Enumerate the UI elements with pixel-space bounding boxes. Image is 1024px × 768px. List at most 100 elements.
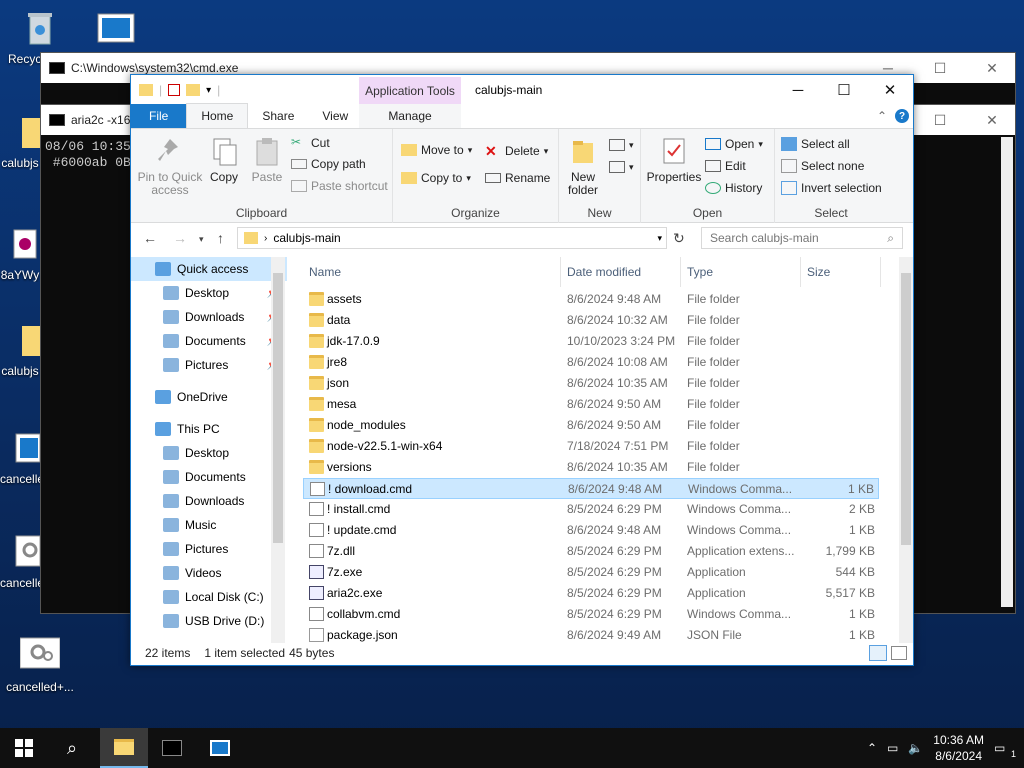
table-row[interactable]: node-v22.5.1-win-x64 7/18/2024 7:51 PM Fil… (303, 436, 879, 457)
file-scrollbar[interactable] (899, 257, 913, 643)
edit-button[interactable]: Edit (705, 159, 746, 173)
desktop-icon-calubjs-2[interactable]: calubjs (0, 320, 40, 378)
sidebar-item-downloads[interactable]: Downloads (131, 489, 287, 513)
table-row[interactable]: 7z.exe 8/5/2024 6:29 PM Application 544 KB (303, 562, 879, 583)
desktop-icon-calubjs-1[interactable]: calubjs (0, 112, 40, 170)
rename-button[interactable]: Rename (485, 171, 550, 185)
taskbar-cmd[interactable] (148, 728, 196, 768)
copy-button[interactable]: Copy (205, 135, 243, 184)
customize-qat-icon[interactable]: ▾ (206, 85, 211, 96)
open-button[interactable]: Open ▾ (705, 137, 763, 151)
nav-scrollbar-thumb[interactable] (273, 273, 283, 543)
column-date-modified[interactable]: Date modified (561, 257, 681, 287)
up-button[interactable]: ↑ (217, 230, 224, 246)
refresh-button[interactable]: ↻ (673, 230, 685, 247)
clock[interactable]: 10:36 AM 8/6/2024 (933, 732, 984, 764)
sidebar-item-pictures[interactable]: Pictures📌 (131, 353, 287, 377)
move-to-button[interactable]: Move to ▾ (401, 143, 472, 157)
cut-button[interactable]: ✂ Cut (291, 135, 330, 151)
table-row[interactable]: json 8/6/2024 10:35 AM File folder (303, 373, 879, 394)
table-row[interactable]: ! update.cmd 8/6/2024 9:48 AM Windows Comm… (303, 520, 879, 541)
back-button[interactable]: ← (143, 230, 157, 246)
table-row[interactable]: jre8 8/6/2024 10:08 AM File folder (303, 352, 879, 373)
close-button[interactable]: ✕ (969, 60, 1015, 77)
sidebar-item-videos[interactable]: Videos (131, 561, 287, 585)
table-row[interactable]: aria2c.exe 8/5/2024 6:29 PM Application 5,5… (303, 583, 879, 604)
nav-scrollbar[interactable] (271, 257, 285, 643)
table-row[interactable]: ! install.cmd 8/5/2024 6:29 PM Windows Com… (303, 499, 879, 520)
new-folder-qat-icon[interactable] (186, 84, 201, 96)
address-bar[interactable]: › calubjs-main ▾ (237, 227, 667, 249)
address-dropdown-icon[interactable]: ▾ (657, 233, 662, 244)
taskbar-app[interactable] (196, 728, 244, 768)
table-row[interactable]: collabvm.cmd 8/5/2024 6:29 PM Windows Comm… (303, 604, 879, 625)
properties-button[interactable]: Properties (645, 135, 703, 184)
details-view-icon[interactable] (869, 645, 887, 661)
desktop-icon-cancelled-2[interactable]: cancelled (0, 532, 41, 590)
column-size[interactable]: Size (801, 257, 881, 287)
collapse-ribbon-icon[interactable]: ⌃ (877, 109, 887, 123)
sidebar-item-quick-access[interactable]: Quick access (131, 257, 287, 281)
tab-share[interactable]: Share (248, 104, 308, 128)
notification-center-icon[interactable]: ▭ 1 (994, 741, 1016, 759)
sidebar-item-documents[interactable]: Documents (131, 465, 287, 489)
volume-muted-icon[interactable]: 🔈 (908, 741, 923, 755)
minimize-button[interactable]: ─ (775, 75, 821, 105)
sidebar-item-onedrive[interactable]: OneDrive (131, 385, 287, 409)
sidebar-item-desktop[interactable]: Desktop📌 (131, 281, 287, 305)
maximize-button[interactable]: ☐ (917, 112, 963, 129)
tab-view[interactable]: View (308, 104, 362, 128)
console-scrollbar[interactable] (1001, 137, 1013, 607)
close-button[interactable]: ✕ (969, 112, 1015, 129)
table-row[interactable]: node_modules 8/6/2024 9:50 AM File folder (303, 415, 879, 436)
help-icon[interactable]: ? (895, 109, 909, 123)
recent-locations-button[interactable]: ▾ (199, 234, 204, 245)
desktop-icon-cancelled-1[interactable]: cancelled (0, 428, 41, 486)
large-icons-view-icon[interactable] (891, 646, 907, 660)
maximize-button[interactable]: ☐ (917, 60, 963, 77)
show-hidden-icons-icon[interactable]: ⌃ (867, 741, 877, 755)
sidebar-item-music[interactable]: Music (131, 513, 287, 537)
sidebar-item-desktop[interactable]: Desktop (131, 441, 287, 465)
forward-button[interactable]: → (173, 230, 187, 246)
invert-selection-button[interactable]: Invert selection (781, 181, 882, 195)
close-button[interactable]: ✕ (867, 75, 913, 105)
table-row[interactable]: ! download.cmd 8/6/2024 9:48 AM Windows Co… (303, 478, 879, 499)
search-button[interactable]: ⌕ (48, 728, 96, 768)
new-item-button[interactable]: ▾ (609, 139, 634, 151)
new-folder-button[interactable]: New folder (565, 135, 601, 197)
copy-to-button[interactable]: Copy to ▾ (401, 171, 471, 185)
maximize-button[interactable]: ☐ (821, 75, 867, 105)
sidebar-item-local-disk-c[interactable]: Local Disk (C:) (131, 585, 287, 609)
start-button[interactable] (0, 728, 48, 768)
column-type[interactable]: Type (681, 257, 801, 287)
desktop-icon-cancelled-3[interactable]: cancelled+... (0, 636, 80, 694)
history-button[interactable]: History (705, 181, 762, 195)
easy-access-button[interactable]: ▾ (609, 161, 634, 173)
sidebar-item-this-pc[interactable]: This PC (131, 417, 287, 441)
table-row[interactable]: assets 8/6/2024 9:48 AM File folder (303, 289, 879, 310)
select-none-button[interactable]: Select none (781, 159, 864, 173)
paste-button[interactable]: Paste (247, 135, 287, 184)
search-input[interactable]: Search calubjs-main ⌕ (701, 227, 903, 249)
network-icon[interactable]: ▭ (887, 741, 898, 755)
sidebar-item-usb-drive-d[interactable]: USB Drive (D:) (131, 609, 287, 633)
sidebar-item-downloads[interactable]: Downloads📌 (131, 305, 287, 329)
column-name[interactable]: Name (303, 257, 561, 287)
table-row[interactable]: versions 8/6/2024 10:35 AM File folder (303, 457, 879, 478)
tab-file[interactable]: File (131, 104, 187, 128)
table-row[interactable]: data 8/6/2024 10:32 AM File folder (303, 310, 879, 331)
table-row[interactable]: 7z.dll 8/5/2024 6:29 PM Application extens… (303, 541, 879, 562)
pin-quick-access-button[interactable]: Pin to Quick access (137, 135, 203, 197)
taskbar-file-explorer[interactable] (100, 728, 148, 768)
copy-path-button[interactable]: Copy path (291, 157, 366, 171)
tab-home[interactable]: Home (186, 103, 249, 128)
desktop-icon-8aywy[interactable]: 8aYWy (0, 224, 40, 282)
explorer-window[interactable]: | ▾ | Application Tools calubjs-main ─ ☐… (130, 74, 914, 666)
select-all-button[interactable]: Select all (781, 137, 850, 151)
table-row[interactable]: jdk-17.0.9 10/10/2023 3:24 PM File folder (303, 331, 879, 352)
file-scrollbar-thumb[interactable] (901, 273, 911, 545)
sidebar-item-documents[interactable]: Documents📌 (131, 329, 287, 353)
breadcrumb[interactable]: calubjs-main (273, 231, 340, 245)
properties-qat-icon[interactable] (168, 84, 181, 96)
